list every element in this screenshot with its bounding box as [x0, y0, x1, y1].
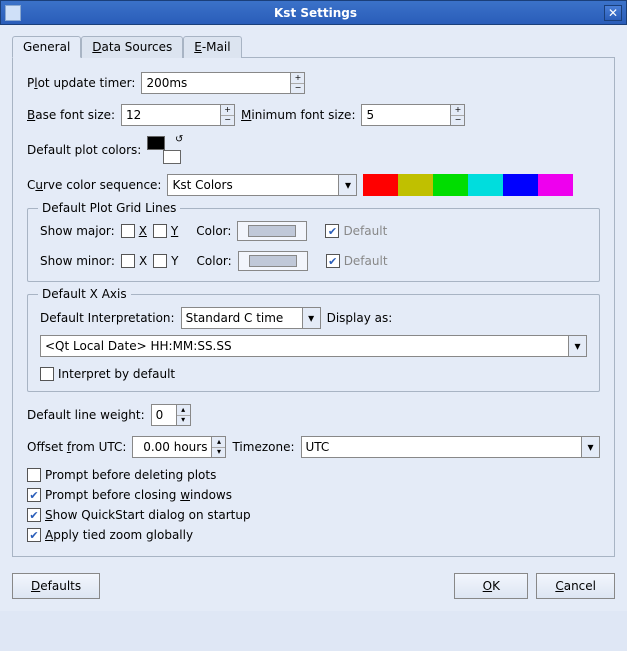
major-default-checkbox[interactable]: ✔Default	[325, 224, 387, 238]
minor-color-label: Color:	[197, 254, 232, 268]
min-font-label: Minimum font size:	[241, 108, 355, 122]
major-x-checkbox[interactable]: X	[121, 224, 147, 238]
cancel-button[interactable]: Cancel	[536, 573, 615, 599]
plot-update-field[interactable]	[141, 72, 291, 94]
xaxis-legend: Default X Axis	[38, 287, 131, 301]
min-font-field[interactable]	[361, 104, 451, 126]
tab-email[interactable]: E-Mail	[183, 36, 241, 58]
tabbar: General Data Sources E-Mail	[12, 35, 615, 58]
ok-button[interactable]: OK	[454, 573, 528, 599]
offset-field[interactable]	[132, 436, 212, 458]
color-strip	[363, 174, 573, 196]
base-font-field[interactable]	[121, 104, 221, 126]
offset-label: Offset from UTC:	[27, 440, 126, 454]
major-color-button[interactable]	[237, 221, 307, 241]
minor-y-checkbox[interactable]: Y	[153, 254, 178, 268]
grid-legend: Default Plot Grid Lines	[38, 201, 180, 215]
show-major-label: Show major:	[40, 224, 115, 238]
curve-color-seq-label: Curve color sequence:	[27, 178, 161, 192]
xaxis-groupbox: Default X Axis Default Interpretation: S…	[27, 294, 600, 392]
minor-color-button[interactable]	[238, 251, 308, 271]
minor-x-checkbox[interactable]: X	[121, 254, 147, 268]
plot-update-spinner[interactable]: +−	[291, 72, 305, 94]
interpret-by-default-checkbox[interactable]: Interpret by default	[40, 367, 175, 381]
min-font-spinner[interactable]: +−	[451, 104, 465, 126]
show-quickstart-checkbox[interactable]: ✔Show QuickStart dialog on startup	[27, 508, 251, 522]
chevron-down-icon[interactable]: ▾	[303, 307, 321, 329]
chevron-down-icon[interactable]: ▾	[569, 335, 587, 357]
base-font-spinner[interactable]: +−	[221, 104, 235, 126]
close-button[interactable]: ✕	[604, 5, 622, 21]
line-weight-label: Default line weight:	[27, 408, 145, 422]
default-interp-combo[interactable]: Standard C time ▾	[181, 307, 321, 329]
show-minor-label: Show minor:	[40, 254, 115, 268]
display-as-combo[interactable]: <Qt Local Date> HH:MM:SS.SS ▾	[40, 335, 587, 357]
line-weight-spinner[interactable]: ▴▾	[177, 404, 191, 426]
base-font-label: Base font size:	[27, 108, 115, 122]
swap-colors-icon[interactable]: ↺	[175, 134, 183, 145]
minor-default-checkbox[interactable]: ✔Default	[326, 254, 388, 268]
default-interp-label: Default Interpretation:	[40, 311, 175, 325]
defaults-button[interactable]: Defaults	[12, 573, 100, 599]
tab-data-sources[interactable]: Data Sources	[81, 36, 183, 58]
default-plot-colors-swatch[interactable]: ↺	[147, 136, 181, 164]
line-weight-field[interactable]	[151, 404, 177, 426]
apply-tied-zoom-checkbox[interactable]: ✔Apply tied zoom globally	[27, 528, 193, 542]
grid-groupbox: Default Plot Grid Lines Show major: X Y …	[27, 208, 600, 282]
prompt-delete-plots-checkbox[interactable]: Prompt before deleting plots	[27, 468, 216, 482]
timezone-combo[interactable]: UTC ▾	[301, 436, 600, 458]
tab-general[interactable]: General	[12, 36, 81, 58]
display-as-label: Display as:	[327, 311, 393, 325]
app-icon	[5, 5, 21, 21]
offset-spinner[interactable]: ▴▾	[212, 436, 226, 458]
timezone-label: Timezone:	[232, 440, 294, 454]
chevron-down-icon[interactable]: ▾	[582, 436, 600, 458]
prompt-close-windows-checkbox[interactable]: ✔Prompt before closing windows	[27, 488, 232, 502]
window-title: Kst Settings	[27, 6, 604, 20]
major-color-label: Color:	[196, 224, 231, 238]
plot-update-label: Plot update timer:	[27, 76, 135, 90]
major-y-checkbox[interactable]: Y	[153, 224, 178, 238]
curve-color-seq-combo[interactable]: Kst Colors ▾	[167, 174, 357, 196]
default-plot-colors-label: Default plot colors:	[27, 143, 141, 157]
chevron-down-icon[interactable]: ▾	[339, 174, 357, 196]
